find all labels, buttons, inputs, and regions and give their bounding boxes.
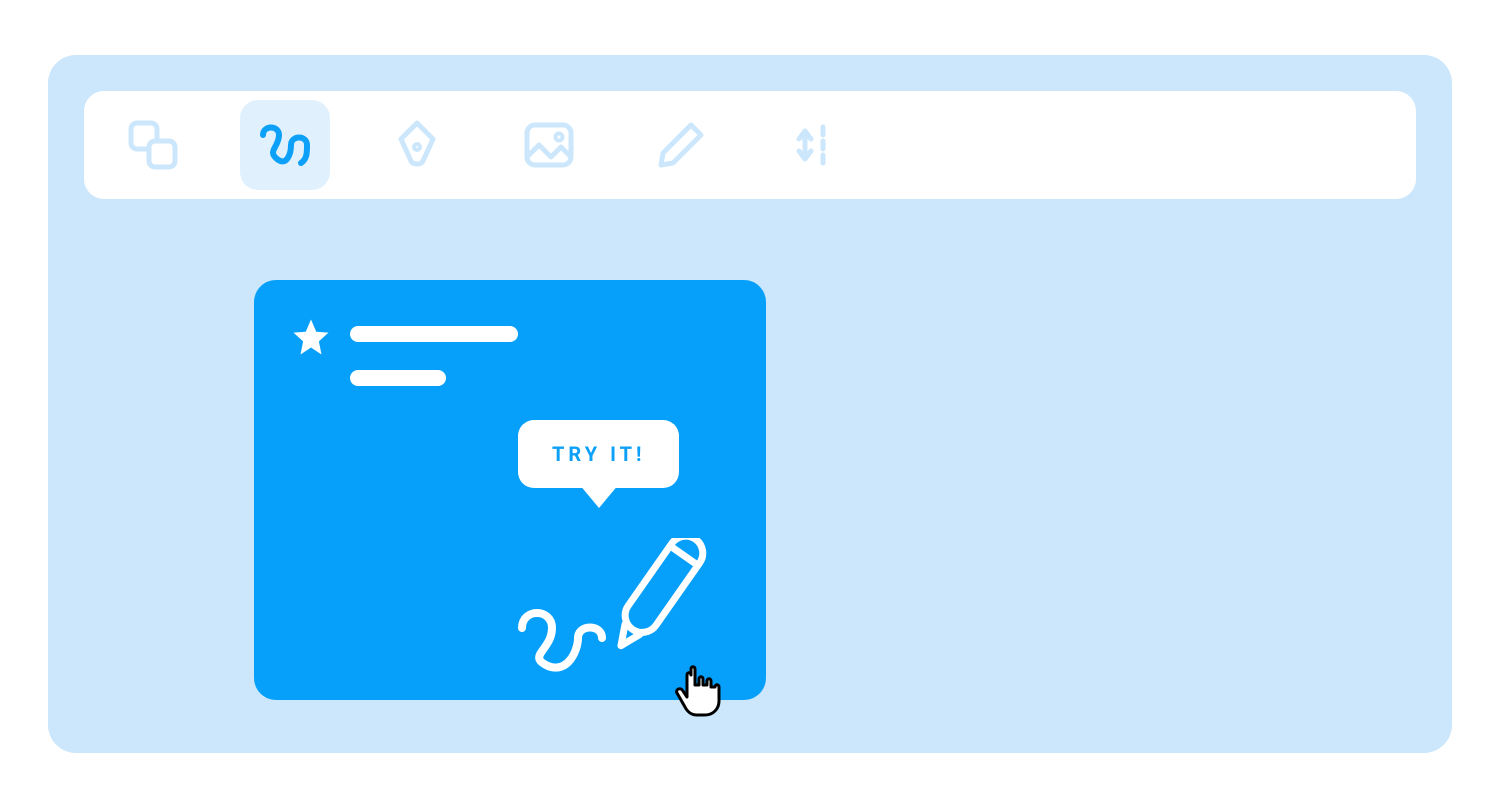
squiggle-tool-button[interactable] <box>240 100 330 190</box>
image-icon <box>521 117 577 173</box>
toolbar <box>84 91 1416 199</box>
squiggle-icon <box>257 117 313 173</box>
feature-card[interactable]: TRY IT! <box>254 280 766 700</box>
pointer-cursor-icon <box>673 663 721 719</box>
pen-drawing-illustration <box>514 538 734 678</box>
card-header <box>290 316 730 386</box>
pen-tool-icon <box>389 117 445 173</box>
pen-tool-button[interactable] <box>372 100 462 190</box>
editor-canvas: TRY IT! <box>48 55 1452 753</box>
star-icon <box>290 316 332 358</box>
placeholder-line <box>350 326 518 342</box>
shapes-tool-button[interactable] <box>108 100 198 190</box>
tooltip-text: TRY IT! <box>552 442 645 466</box>
try-it-tooltip: TRY IT! <box>518 420 679 488</box>
image-tool-button[interactable] <box>504 100 594 190</box>
pencil-tool-button[interactable] <box>636 100 726 190</box>
shapes-icon <box>125 117 181 173</box>
placeholder-line <box>350 370 446 386</box>
resize-vertical-icon <box>785 117 841 173</box>
resize-tool-button[interactable] <box>768 100 858 190</box>
card-title-placeholder <box>350 326 518 386</box>
pencil-icon <box>653 117 709 173</box>
